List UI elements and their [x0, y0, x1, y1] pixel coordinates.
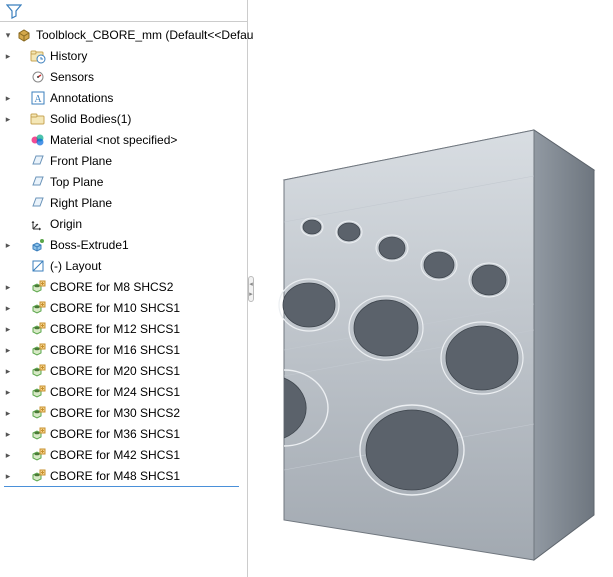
chevron-right-icon[interactable]: ▸ [2, 239, 14, 251]
filter-icon[interactable] [6, 3, 22, 19]
tree-item[interactable]: Origin [0, 213, 247, 234]
feature-tree-panel: ▾ Toolblock_CBORE_mm (Default<<Defau ▸ Hi… [0, 0, 248, 577]
tree-item[interactable]: ▸ History [0, 45, 247, 66]
chevron-right-icon[interactable]: ▸ [2, 344, 14, 356]
chevron-right-icon[interactable]: ▸ [2, 281, 14, 293]
tree-item[interactable]: ▸ CBORE for M20 SHCS1 [0, 360, 247, 381]
chevron-right-icon[interactable]: ▸ [2, 302, 14, 314]
hole-wizard-icon [30, 321, 46, 337]
chevron-right-icon[interactable]: ▸ [2, 365, 14, 377]
chevron-right-icon[interactable]: ▸ [2, 407, 14, 419]
tree-item[interactable]: Sensors [0, 66, 247, 87]
chevron-right-icon[interactable]: ▸ [2, 428, 14, 440]
tree-item-label: Solid Bodies(1) [50, 108, 131, 129]
tree-item[interactable]: Right Plane [0, 192, 247, 213]
chevron-right-icon[interactable]: ▸ [2, 113, 14, 125]
tree-item-label: CBORE for M30 SHCS2 [50, 402, 180, 423]
hole-wizard-icon [30, 384, 46, 400]
chevron-right-icon[interactable]: ▸ [2, 50, 14, 62]
hole-wizard-icon [30, 342, 46, 358]
tree-item-label: Sensors [50, 66, 94, 87]
tree-item[interactable]: ▸ Solid Bodies(1) [0, 108, 247, 129]
tree-item-label: Top Plane [50, 171, 103, 192]
tree-item-label: CBORE for M16 SHCS1 [50, 339, 180, 360]
plane-icon [30, 174, 46, 190]
boss-extrude-icon [30, 237, 46, 253]
chevron-right-icon[interactable]: ▸ [2, 470, 14, 482]
tree-toolbar [0, 0, 247, 22]
tree-item[interactable]: ▸ CBORE for M16 SHCS1 [0, 339, 247, 360]
feature-tree: ▾ Toolblock_CBORE_mm (Default<<Defau ▸ Hi… [0, 22, 247, 487]
plane-icon [30, 195, 46, 211]
tree-item[interactable]: ▸ CBORE for M12 SHCS1 [0, 318, 247, 339]
tree-item-label: Material <not specified> [50, 129, 177, 150]
hole-wizard-icon [30, 300, 46, 316]
tree-item[interactable]: ▸ CBORE for M48 SHCS1 [0, 465, 247, 486]
history-folder-icon [30, 48, 46, 64]
tree-item[interactable]: Front Plane [0, 150, 247, 171]
model-preview [254, 40, 613, 577]
tree-item-label: CBORE for M48 SHCS1 [50, 465, 180, 486]
annotation-icon: A [30, 90, 46, 106]
tree-item-label: Boss-Extrude1 [50, 234, 129, 255]
graphics-viewport[interactable] [254, 0, 613, 577]
sketch-icon [30, 258, 46, 274]
tree-item-label: Front Plane [50, 150, 112, 171]
plane-icon [30, 153, 46, 169]
hole-wizard-icon [30, 426, 46, 442]
tree-item-label: (-) Layout [50, 255, 101, 276]
tree-item[interactable]: ▸ CBORE for M8 SHCS2 [0, 276, 247, 297]
tree-root-label: Toolblock_CBORE_mm (Default<<Defau [36, 24, 253, 45]
tree-item-label: CBORE for M42 SHCS1 [50, 444, 180, 465]
tree-item[interactable]: (-) Layout [0, 255, 247, 276]
origin-icon [30, 216, 46, 232]
tree-item-label: Right Plane [50, 192, 112, 213]
tree-item-label: Annotations [50, 87, 113, 108]
tree-item[interactable]: ▸ A Annotations [0, 87, 247, 108]
tree-root[interactable]: ▾ Toolblock_CBORE_mm (Default<<Defau [0, 24, 247, 45]
hole-wizard-icon [30, 405, 46, 421]
tree-item-label: CBORE for M24 SHCS1 [50, 381, 180, 402]
chevron-right-icon[interactable]: ▸ [2, 386, 14, 398]
svg-text:A: A [34, 94, 42, 105]
tree-item[interactable]: ▸ Boss-Extrude1 [0, 234, 247, 255]
tree-item[interactable]: ▸ CBORE for M10 SHCS1 [0, 297, 247, 318]
tree-item-label: History [50, 45, 87, 66]
tree-item-label: CBORE for M8 SHCS2 [50, 276, 173, 297]
chevron-down-icon[interactable]: ▾ [2, 29, 14, 41]
hole-wizard-icon [30, 363, 46, 379]
material-icon [30, 132, 46, 148]
tree-end-marker [4, 486, 239, 487]
tree-item[interactable]: ▸ CBORE for M30 SHCS2 [0, 402, 247, 423]
tree-item[interactable]: Top Plane [0, 171, 247, 192]
chevron-right-icon[interactable]: ▸ [2, 449, 14, 461]
folder-icon [30, 111, 46, 127]
chevron-right-icon[interactable]: ▸ [2, 92, 14, 104]
tree-item[interactable]: ▸ CBORE for M36 SHCS1 [0, 423, 247, 444]
part-icon [16, 27, 32, 43]
tree-item-label: CBORE for M36 SHCS1 [50, 423, 180, 444]
tree-item[interactable]: ▸ CBORE for M24 SHCS1 [0, 381, 247, 402]
hole-wizard-icon [30, 447, 46, 463]
tree-item-label: CBORE for M12 SHCS1 [50, 318, 180, 339]
tree-item[interactable]: ▸ CBORE for M42 SHCS1 [0, 444, 247, 465]
sensor-icon [30, 69, 46, 85]
chevron-right-icon[interactable]: ▸ [2, 323, 14, 335]
tree-item-label: Origin [50, 213, 82, 234]
hole-wizard-icon [30, 279, 46, 295]
hole-wizard-icon [30, 468, 46, 484]
tree-item-label: CBORE for M10 SHCS1 [50, 297, 180, 318]
tree-item[interactable]: Material <not specified> [0, 129, 247, 150]
tree-item-label: CBORE for M20 SHCS1 [50, 360, 180, 381]
